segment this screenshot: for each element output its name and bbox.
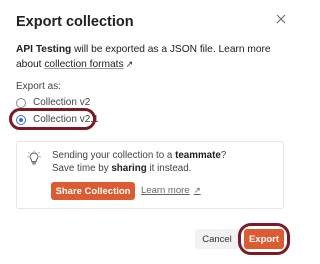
highlight-annotation — [9, 108, 96, 130]
tip-text-part: Sending your collection to a — [52, 150, 176, 161]
collection-name: API Testing — [16, 44, 72, 55]
dialog-description: API Testing will be exported as a JSON f… — [16, 42, 288, 72]
tip-text-part: Save time by — [52, 163, 112, 174]
collection-formats-link[interactable]: collection formats — [44, 59, 123, 70]
radio-button[interactable] — [16, 97, 26, 108]
export-collection-dialog: Export collection API Testing will be ex… — [0, 0, 299, 264]
radio-label: Collection v2 — [33, 97, 91, 108]
tip-text-part: it instead. — [146, 163, 192, 174]
external-link-icon: ↗ — [125, 59, 134, 69]
tip-bold: teammate — [175, 150, 221, 161]
radio-collection-v2[interactable]: Collection v2 — [16, 97, 90, 108]
external-link-icon: ↗ — [193, 185, 201, 195]
tip-text: Sending your collection to a teammate? S… — [52, 149, 277, 175]
learn-more-label: Learn more — [141, 185, 190, 196]
close-icon[interactable] — [274, 12, 288, 26]
tip-text-part: ? — [220, 150, 227, 161]
cancel-button[interactable]: Cancel — [195, 229, 239, 249]
export-as-label: Export as: — [16, 81, 62, 92]
highlight-annotation — [238, 223, 290, 255]
lightbulb-icon — [27, 150, 41, 165]
learn-more-link[interactable]: Learn more ↗ — [141, 185, 201, 196]
dialog-title: Export collection — [16, 14, 134, 30]
share-collection-button[interactable]: Share Collection — [51, 182, 135, 200]
share-tip-box: Sending your collection to a teammate? S… — [16, 141, 284, 209]
tip-bold: sharing — [111, 163, 147, 174]
